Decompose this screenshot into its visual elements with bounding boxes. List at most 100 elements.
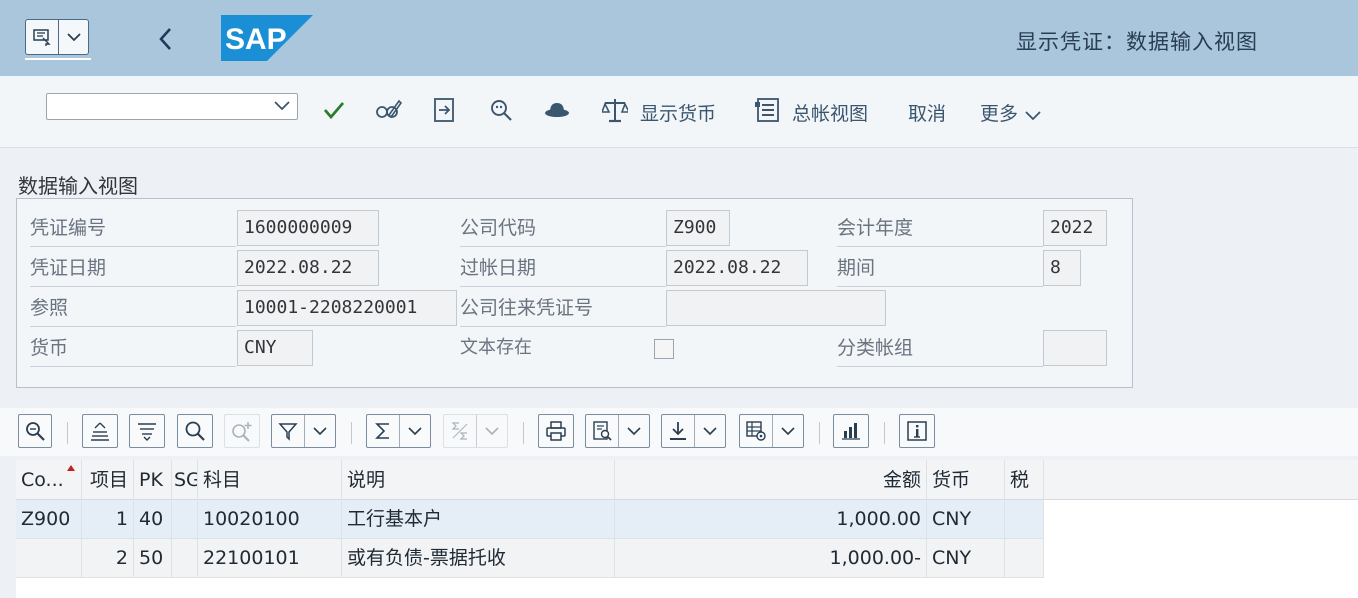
chevron-down-icon[interactable] (59, 19, 89, 55)
separator (351, 422, 352, 444)
show-currency-button[interactable]: 显示货币 (640, 99, 716, 126)
total-menu-button[interactable] (366, 414, 431, 448)
sort-ascending-button[interactable] (82, 414, 118, 448)
period-label: 期间 (837, 249, 1043, 287)
fiscal-year-field[interactable]: 2022 (1043, 210, 1107, 246)
cell-item: 2 (82, 539, 134, 578)
back-button[interactable] (152, 24, 180, 54)
chart-button[interactable] (833, 414, 869, 448)
filter-icon[interactable] (272, 415, 304, 447)
more-label: 更多 (980, 103, 1019, 125)
period-field[interactable]: 8 (1043, 250, 1081, 286)
separator (523, 422, 524, 444)
cell-company: Z900 (16, 500, 82, 539)
details-button[interactable] (18, 414, 52, 448)
chevron-down-icon[interactable] (273, 98, 291, 114)
switch-document-icon[interactable] (431, 96, 459, 124)
search-plus-icon (232, 422, 252, 442)
subtotal-menu-button[interactable] (443, 414, 508, 448)
doc-number-field[interactable]: 1600000009 (237, 210, 379, 246)
info-icon (907, 421, 927, 441)
grid-toolbar (0, 408, 1358, 456)
gl-view-button[interactable]: 总帐视图 (792, 99, 868, 126)
search-icon[interactable] (488, 96, 514, 124)
ledger-group-label: 分类帐组 (837, 329, 1043, 367)
cell-currency: CNY (927, 539, 1005, 578)
separator (884, 422, 885, 444)
find-button[interactable] (177, 414, 213, 448)
print-preview-icon[interactable] (586, 415, 618, 447)
reference-field[interactable]: 10001-2208220001 (237, 290, 457, 326)
cell-item: 1 (82, 500, 134, 539)
ledger-icon[interactable] (755, 96, 781, 124)
download-icon[interactable] (662, 415, 694, 447)
sap-logo: SAP (221, 15, 313, 61)
shell-header: SAP 显示凭证：数据输入视图 (0, 0, 1358, 76)
cancel-button[interactable]: 取消 (908, 99, 946, 126)
subtotal-icon[interactable] (444, 415, 476, 447)
chevron-down-icon[interactable] (305, 415, 335, 447)
change-display-icon[interactable] (375, 96, 403, 124)
layout-settings-icon[interactable] (740, 415, 772, 447)
check-icon[interactable] (322, 96, 346, 124)
text-exists-label: 文本存在 (460, 337, 532, 358)
currency-label: 货币 (30, 329, 236, 367)
intercompany-label: 公司往来凭证号 (460, 289, 666, 327)
col-header-tax[interactable]: 税 (1005, 460, 1044, 500)
chevron-down-icon[interactable] (773, 415, 803, 447)
col-header-item[interactable]: 项目 (82, 460, 134, 500)
doc-number-label: 凭证编号 (30, 209, 236, 247)
cell-pk: 50 (134, 539, 172, 578)
company-code-field[interactable]: Z900 (666, 210, 730, 246)
col-header-currency[interactable]: 货币 (927, 460, 1005, 500)
ledger-group-field[interactable] (1043, 330, 1107, 366)
cell-description: 或有负债-票据托收 (342, 539, 615, 578)
text-exists-checkbox[interactable] (654, 339, 674, 359)
col-header-account[interactable]: 科目 (198, 460, 342, 500)
chevron-down-icon[interactable] (400, 415, 430, 447)
col-header-sg[interactable]: SG (172, 460, 198, 500)
cell-account: 10020100 (198, 500, 342, 539)
line-items-grid: Co... 项目 PK SG 科目 说明 金额 货币 税 Z900 1 40 1… (16, 460, 1358, 598)
col-header-description[interactable]: 说明 (342, 460, 615, 500)
menu-button[interactable] (25, 19, 91, 60)
table-row[interactable]: 2 50 22100101 或有负债-票据托收 1,000.00- CNY (16, 539, 1044, 578)
chevron-down-icon[interactable] (477, 415, 507, 447)
chevron-down-icon[interactable] (619, 415, 649, 447)
col-header-amount[interactable]: 金额 (615, 460, 927, 500)
export-menu-button[interactable] (661, 414, 726, 448)
bar-chart-icon (842, 423, 860, 440)
company-code-label: 公司代码 (460, 209, 666, 247)
info-button[interactable] (899, 414, 935, 448)
separator (67, 422, 68, 444)
view-menu-button[interactable] (585, 414, 650, 448)
cell-currency: CNY (927, 500, 1005, 539)
sigma-icon[interactable] (367, 415, 399, 447)
cell-amount: 1,000.00 (615, 500, 927, 539)
layout-menu-button[interactable] (739, 414, 804, 448)
posting-date-label: 过帐日期 (460, 249, 666, 287)
filter-menu-button[interactable] (271, 414, 336, 448)
posting-date-field[interactable]: 2022.08.22 (666, 250, 808, 286)
sort-descending-button[interactable] (129, 414, 165, 448)
cell-amount: 1,000.00- (615, 539, 927, 578)
command-field[interactable] (46, 93, 298, 120)
balance-icon[interactable] (602, 96, 628, 124)
cell-tax (1005, 539, 1044, 578)
doc-date-field[interactable]: 2022.08.22 (237, 250, 379, 286)
table-row[interactable]: Z900 1 40 10020100 工行基本户 1,000.00 CNY (16, 500, 1044, 539)
currency-field[interactable]: CNY (237, 330, 313, 366)
sort-ascending-icon (91, 422, 109, 441)
col-header-pk[interactable]: PK (134, 460, 172, 500)
menu-icon[interactable] (25, 19, 59, 55)
find-next-button[interactable] (224, 414, 260, 448)
intercompany-field[interactable] (666, 290, 886, 326)
section-title: 数据输入视图 (18, 174, 138, 198)
page-title: 显示凭证：数据输入视图 (1016, 30, 1258, 54)
more-button[interactable]: 更多 (980, 99, 1042, 126)
chevron-down-icon[interactable] (695, 415, 725, 447)
hat-icon[interactable] (543, 96, 571, 124)
fiscal-year-label: 会计年度 (837, 209, 1043, 247)
cell-sg (172, 500, 198, 539)
print-button[interactable] (538, 414, 574, 448)
